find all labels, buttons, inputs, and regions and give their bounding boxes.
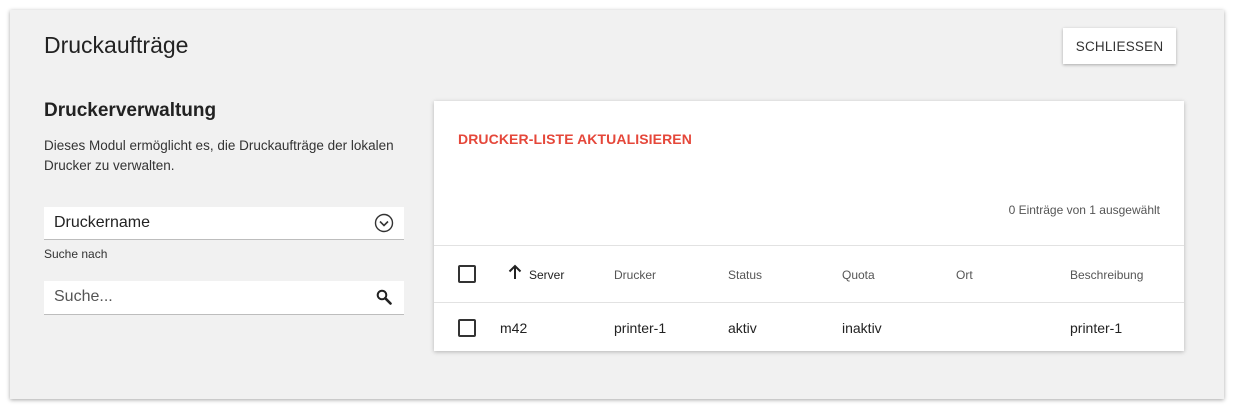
sort-ascending-icon[interactable] (508, 264, 522, 280)
close-button[interactable]: SCHLIESSEN (1063, 28, 1176, 64)
printer-name-select[interactable]: Druckername (44, 207, 404, 240)
cell-drucker: printer-1 (614, 320, 667, 336)
selection-count: 0 Einträge von 1 ausgewählt (1008, 203, 1160, 217)
refresh-printer-list-button[interactable]: DRUCKER-LISTE AKTUALISIEREN (458, 131, 692, 147)
module-description: Dieses Modul ermöglicht es, die Druckauf… (44, 138, 394, 173)
search-field[interactable] (44, 281, 404, 315)
select-all-checkbox[interactable] (458, 265, 476, 283)
cell-status: aktiv (728, 320, 757, 336)
chevron-down-circle-icon (374, 213, 394, 233)
dialog-title: Druckaufträge (44, 32, 189, 58)
search-input[interactable] (44, 281, 384, 313)
column-header-quota[interactable]: Quota (842, 268, 875, 282)
column-header-drucker[interactable]: Drucker (614, 268, 656, 282)
column-header-server[interactable]: Server (529, 268, 564, 282)
row-divider (434, 302, 1184, 303)
cell-quota: inaktiv (842, 320, 882, 336)
row-checkbox[interactable] (458, 319, 476, 337)
printer-grid: DRUCKER-LISTE AKTUALISIEREN 0 Einträge v… (434, 101, 1184, 351)
column-header-status[interactable]: Status (728, 268, 762, 282)
select-value: Druckername (54, 214, 151, 231)
search-label: Suche nach (44, 247, 108, 261)
cell-beschreibung: printer-1 (1070, 320, 1123, 336)
sidebar: Druckerverwaltung Dieses Modul ermöglich… (44, 100, 404, 315)
column-header-ort[interactable]: Ort (956, 268, 973, 282)
sidebar-heading: Druckerverwaltung (44, 100, 217, 121)
print-jobs-dialog: Druckaufträge SCHLIESSEN Druckerverwaltu… (10, 10, 1224, 399)
search-icon[interactable] (376, 289, 392, 305)
header-divider (434, 245, 1184, 246)
column-header-beschreibung[interactable]: Beschreibung (1070, 268, 1143, 282)
cell-server: m42 (500, 320, 528, 336)
